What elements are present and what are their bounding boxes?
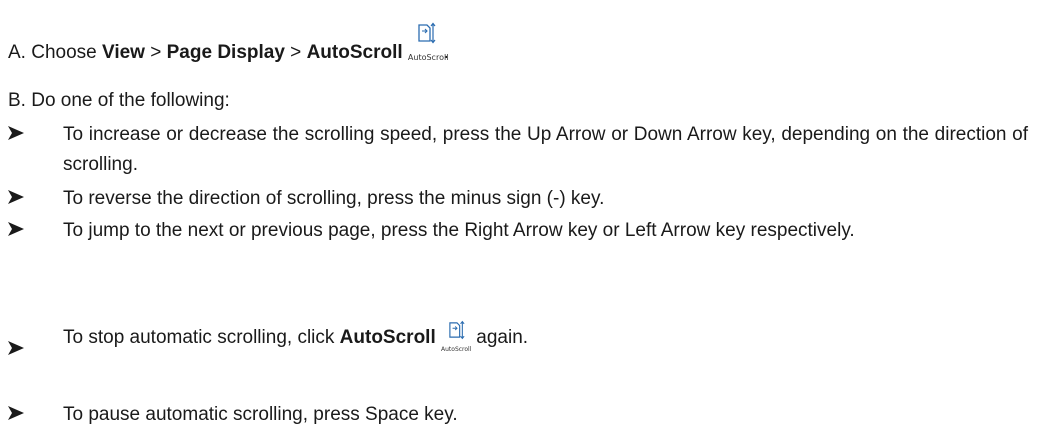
arrowhead-bullet-icon bbox=[8, 341, 24, 355]
menu-separator: > bbox=[144, 42, 167, 63]
autoscroll-icon: AutoScroll bbox=[441, 320, 471, 356]
autoscroll-icon-caption: AutoScroll bbox=[441, 346, 472, 353]
arrowhead-bullet-icon bbox=[8, 222, 24, 236]
step-a-prefix: A. Choose bbox=[8, 42, 102, 63]
menu-autoscroll: AutoScroll bbox=[306, 42, 403, 63]
arrowhead-bullet-icon bbox=[8, 406, 24, 420]
menu-view: View bbox=[102, 42, 145, 63]
list-item-text: To reverse the direction of scrolling, p… bbox=[63, 188, 605, 209]
arrowhead-bullet-icon bbox=[8, 190, 24, 204]
list-item-text: To pause automatic scrolling, press Spac… bbox=[63, 404, 458, 425]
list-item-text: To jump to the next or previous page, pr… bbox=[63, 220, 855, 241]
step-a-line: A. Choose View > Page Display > AutoScro… bbox=[8, 22, 449, 64]
arrowhead-bullet-icon bbox=[8, 126, 24, 140]
list-item-text: To increase or decrease the scrolling sp… bbox=[63, 124, 1028, 175]
menu-page-display: Page Display bbox=[166, 42, 285, 63]
autoscroll-icon-caption: AutoScroll bbox=[407, 53, 449, 62]
step-b-line: B. Do one of the following: bbox=[8, 90, 230, 111]
menu-separator: > bbox=[284, 42, 307, 63]
autoscroll-icon: AutoScroll bbox=[407, 22, 449, 64]
list-item-text: To stop automatic scrolling, click AutoS… bbox=[63, 320, 1028, 356]
list-item-prefix: To stop automatic scrolling, click bbox=[63, 327, 340, 348]
list-item-suffix: again. bbox=[471, 327, 529, 348]
autoscroll-label: AutoScroll bbox=[339, 327, 436, 348]
